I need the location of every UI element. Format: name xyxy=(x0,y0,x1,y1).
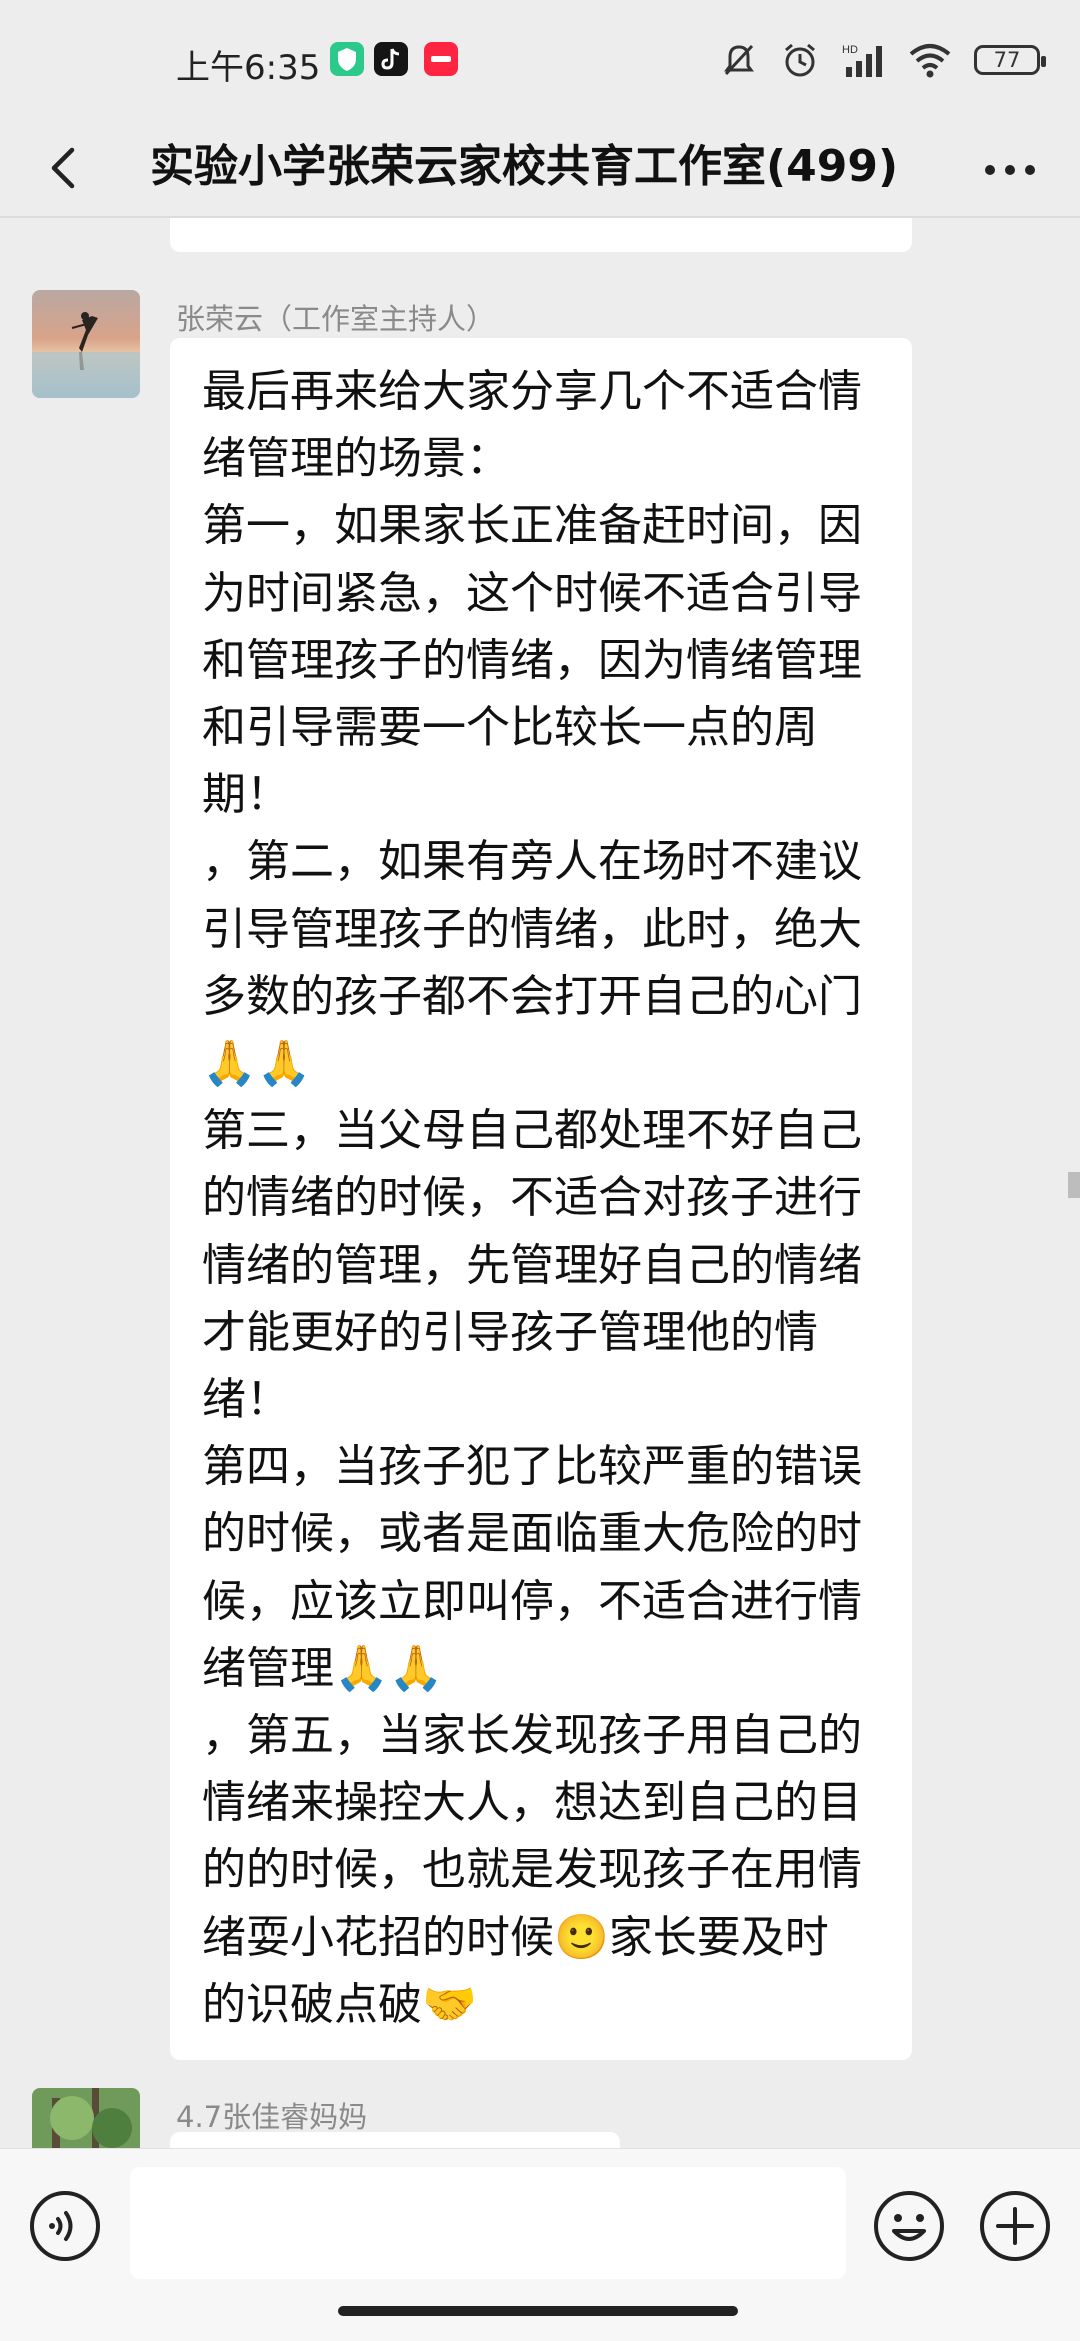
chat-header: 实验小学张荣云家校共育工作室(499) xyxy=(0,120,1080,216)
message-text-line: 绪管理🙏🙏 xyxy=(202,1642,444,1694)
message-text-line: 情绪来操控大人，想达到自己的目 xyxy=(202,1777,862,1829)
message-text-line: 绪耍小花招的时候🙂家长要及时 xyxy=(202,1911,829,1963)
emoji-button[interactable] xyxy=(872,2189,946,2263)
message-text-line: 的识破点破🤝 xyxy=(202,1978,477,2030)
message-text-line: ，第五，当家长发现孩子用自己的 xyxy=(202,1710,862,1762)
chevron-left-icon xyxy=(51,147,75,189)
message-text-line: 第四，当孩子犯了比较严重的错误 xyxy=(202,1441,862,1493)
home-indicator[interactable] xyxy=(338,2306,738,2316)
scrollbar-thumb[interactable] xyxy=(1068,1172,1080,1198)
message-text-line: 绪！ xyxy=(202,1374,290,1426)
wifi-icon xyxy=(909,44,951,78)
signal-icon: HD xyxy=(842,44,882,77)
plus-circle-icon xyxy=(980,2191,1050,2261)
mute-bell-icon xyxy=(724,44,754,76)
tiktok-icon xyxy=(374,42,408,76)
message-text-line: 最后再来给大家分享几个不适合情 xyxy=(202,366,862,417)
chat-area[interactable]: 张荣云（工作室主持人） 最后再来给大家分享几个不适合情 绪管理的场景： 第一，如果家… xyxy=(0,218,1080,2148)
sender-name: 4.7张佳睿妈妈 xyxy=(176,2100,368,2134)
message-text-line: 第一，如果家长正准备赶时间，因 xyxy=(202,500,862,552)
message-text-line: 绪管理的场景： xyxy=(202,433,510,485)
message-text-line: 期！ xyxy=(202,769,290,821)
previous-message-bubble[interactable] xyxy=(170,218,912,252)
avatar[interactable] xyxy=(32,2088,140,2148)
emoji-icon xyxy=(874,2191,944,2261)
message-bubble[interactable] xyxy=(170,2132,620,2148)
message-text-line: 才能更好的引导孩子管理他的情 xyxy=(202,1306,818,1358)
message-text-line: 和引导需要一个比较长一点的周 xyxy=(202,702,818,754)
tree-avatar xyxy=(32,2088,140,2148)
message-text-line: 和管理孩子的情绪，因为情绪管理 xyxy=(202,634,862,686)
message-text-line: 多数的孩子都不会打开自己的心门 xyxy=(202,970,862,1022)
chat-title: 实验小学张荣云家校共育工作室(499) xyxy=(150,141,899,192)
message-text-line: 的的时候，也就是发现孩子在用情 xyxy=(202,1844,862,1896)
xiaohongshu-icon xyxy=(424,42,458,76)
shield-app-icon xyxy=(330,42,364,76)
message-text-line: 情绪的管理，先管理好自己的情绪 xyxy=(202,1239,862,1291)
message-text-line: 第三，当父母自己都处理不好自己 xyxy=(202,1105,862,1157)
voice-input-button[interactable] xyxy=(28,2189,102,2263)
status-time: 上午6:35 xyxy=(176,48,321,88)
battery-indicator: 77 xyxy=(974,45,1046,75)
message-bubble[interactable]: 最后再来给大家分享几个不适合情 绪管理的场景： 第一，如果家长正准备赶时间，因 为时间… xyxy=(170,338,912,2061)
more-functions-button[interactable] xyxy=(978,2189,1052,2263)
alarm-icon xyxy=(785,43,815,77)
more-dots-icon xyxy=(985,165,1035,175)
message-text-line: 为时间紧急，这个时候不适合引导 xyxy=(202,567,862,619)
message-text-line: 🙏🙏 xyxy=(202,1038,312,1090)
message-text-line: 的时候，或者是面临重大危险的时 xyxy=(202,1508,862,1560)
status-bar: 上午6:35 HD 77 xyxy=(0,0,1080,120)
voice-icon xyxy=(30,2191,100,2261)
sender-name: 张荣云（工作室主持人） xyxy=(176,302,496,336)
more-button[interactable] xyxy=(980,150,1040,190)
svg-text:HD: HD xyxy=(842,44,858,56)
dancer-silhouette-avatar xyxy=(32,290,140,398)
back-button[interactable] xyxy=(36,132,96,202)
message-text-line: 引导管理孩子的情绪，此时，绝大 xyxy=(202,903,862,955)
message-input[interactable] xyxy=(130,2167,846,2279)
message-text-line: 候，应该立即叫停，不适合进行情 xyxy=(202,1575,862,1627)
message-text-line: ，第二，如果有旁人在场时不建议 xyxy=(202,836,862,888)
message-text-line: 的情绪的时候，不适合对孩子进行 xyxy=(202,1172,862,1224)
status-right: HD 77 xyxy=(720,40,1046,80)
avatar[interactable] xyxy=(32,290,140,398)
